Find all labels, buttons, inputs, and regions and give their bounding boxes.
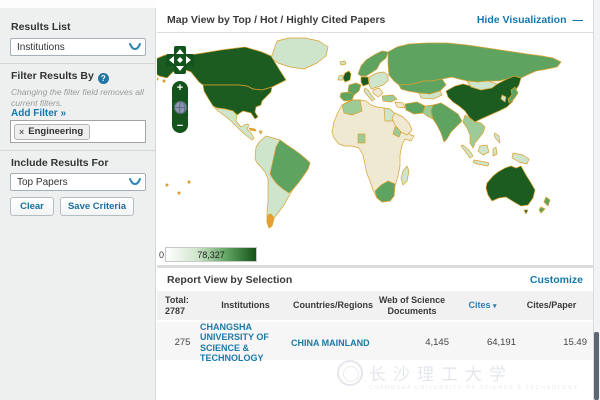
vertical-scrollbar[interactable] <box>593 0 600 400</box>
include-results-value: Top Papers <box>17 177 68 188</box>
total-value: 2787 <box>165 306 200 317</box>
university-watermark: 长沙理工大学 CHANGSHA UNIVERSITY OF SCIENCE & … <box>337 360 579 391</box>
map-zoom-control: + − <box>172 81 188 133</box>
map-panel-header: Map View by Top / Hot / Highly Cited Pap… <box>157 8 593 33</box>
column-countries[interactable]: Countries/Regions <box>291 300 375 311</box>
results-list-select[interactable]: Institutions <box>10 38 146 56</box>
map-color-legend: 0 78,327 <box>159 247 257 262</box>
map-pan-control[interactable] <box>165 45 195 75</box>
table-row: 275 CHANGSHA UNIVERSITY OF SCIENCE & TEC… <box>157 322 593 360</box>
zoom-out-button[interactable]: − <box>172 120 188 132</box>
watermark-english-text: CHANGSHA UNIVERSITY OF SCIENCE & TECHNOL… <box>369 385 579 391</box>
column-institutions[interactable]: Institutions <box>200 300 291 311</box>
legend-min-value: 0 <box>159 250 164 260</box>
filter-tag-label: Engineering <box>28 126 83 137</box>
watermark-chinese-text: 长沙理工大学 <box>369 360 579 385</box>
results-list-label: Results List <box>11 21 71 33</box>
save-criteria-button[interactable]: Save Criteria <box>60 197 134 216</box>
total-label: Total: <box>165 295 200 306</box>
legend-gradient-bar: 78,327 <box>165 247 257 262</box>
zoom-in-button[interactable]: + <box>172 82 188 94</box>
row-count: 275 <box>165 337 200 348</box>
filter-note: Changing the filter field removes all cu… <box>11 87 145 109</box>
help-icon[interactable]: ? <box>98 73 109 84</box>
report-view-header: Report View by Selection Customize <box>157 268 593 291</box>
report-table-header: Total: 2787 Institutions Countries/Regio… <box>157 291 593 320</box>
sidebar-divider <box>0 63 156 64</box>
column-cites-sorted[interactable]: Cites ▾ <box>449 300 516 311</box>
remove-filter-icon[interactable]: × <box>19 127 24 137</box>
hide-visualization-text: Hide Visualization <box>477 14 567 26</box>
main-content: Map View by Top / Hot / Highly Cited Pap… <box>157 0 593 400</box>
column-cites-per-paper[interactable]: Cites/Paper <box>516 300 587 311</box>
institution-link[interactable]: CHANGSHA UNIVERSITY OF SCIENCE & TECHNOL… <box>200 322 291 363</box>
cites-label: Cites <box>468 300 490 310</box>
world-map-choropleth[interactable] <box>157 35 567 242</box>
results-list-value: Institutions <box>17 42 65 53</box>
sort-descending-icon: ▾ <box>493 303 497 310</box>
chevron-down-icon <box>129 43 141 51</box>
row-cites-per-paper: 15.49 <box>516 337 587 348</box>
filter-sidebar: Results List Institutions Filter Results… <box>0 8 156 400</box>
add-filter-link[interactable]: Add Filter » <box>11 108 66 119</box>
seal-icon <box>337 360 363 386</box>
row-cites: 64,191 <box>449 337 516 348</box>
chevron-down-icon <box>129 178 141 186</box>
include-results-label: Include Results For <box>11 157 108 169</box>
globe-reset-icon[interactable] <box>174 101 187 114</box>
row-documents: 4,145 <box>375 337 449 348</box>
hide-visualization-link[interactable]: Hide Visualization — <box>477 14 583 26</box>
clear-button[interactable]: Clear <box>10 197 54 216</box>
collapse-icon: — <box>573 14 584 26</box>
column-documents[interactable]: Web of Science Documents <box>375 295 449 317</box>
filter-results-label: Filter Results By? <box>11 70 109 84</box>
sidebar-divider <box>0 150 156 151</box>
customize-link[interactable]: Customize <box>530 274 583 286</box>
column-total: Total: 2787 <box>165 295 200 317</box>
filter-results-text: Filter Results By <box>11 70 94 82</box>
filter-tag-engineering: × Engineering <box>14 124 90 140</box>
include-results-select[interactable]: Top Papers <box>10 173 146 191</box>
report-view-title: Report View by Selection <box>167 274 292 286</box>
map-region: + − 0 78,327 <box>157 33 593 265</box>
scrollbar-thumb[interactable] <box>594 332 599 400</box>
esi-map-view-page: Results List Institutions Filter Results… <box>0 0 600 400</box>
country-link[interactable]: CHINA MAINLAND <box>291 338 375 348</box>
map-countries <box>157 38 561 228</box>
filter-field[interactable]: × Engineering <box>10 120 146 143</box>
legend-max-value: 78,327 <box>197 250 225 260</box>
map-panel-title: Map View by Top / Hot / Highly Cited Pap… <box>167 14 385 26</box>
